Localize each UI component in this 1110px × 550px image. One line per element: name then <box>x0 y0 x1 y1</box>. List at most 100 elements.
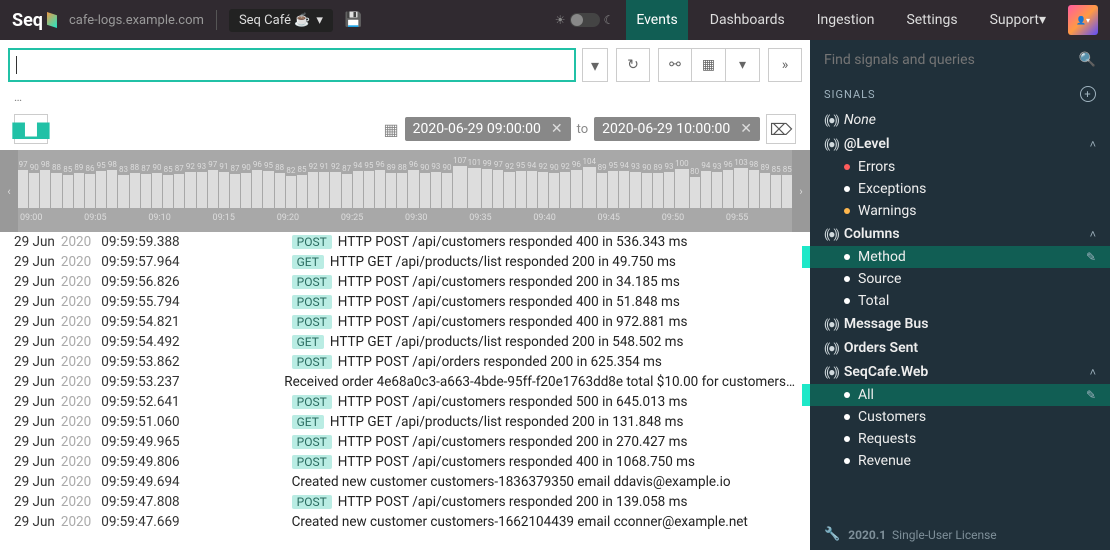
signal-message-bus[interactable]: ((●)) Message Bus <box>810 312 1110 336</box>
histogram-bar[interactable]: 94 <box>353 162 363 208</box>
signal-columns[interactable]: ((●)) Columns ˄ <box>810 222 1110 246</box>
histogram-bar[interactable]: 88 <box>51 164 61 208</box>
histogram-bar[interactable]: 96 <box>375 161 385 208</box>
query-input[interactable] <box>8 48 576 82</box>
event-row[interactable]: 29 Jun202009:59:47.808POSTHTTP POST /api… <box>0 492 810 512</box>
histogram-bar[interactable]: 104 <box>583 158 597 208</box>
event-row[interactable]: 29 Jun202009:59:57.964GETHTTP GET /api/p… <box>0 252 810 272</box>
histogram-bar[interactable]: 94 <box>701 162 711 208</box>
histogram-bar[interactable]: 92 <box>185 163 195 208</box>
histogram-bar[interactable]: 96 <box>723 161 733 208</box>
histogram-bar[interactable]: 90 <box>420 164 430 208</box>
histogram-bar[interactable]: 85 <box>163 166 173 208</box>
save-icon[interactable]: 💾 <box>345 12 362 28</box>
nav-support[interactable]: Support ▾ <box>980 0 1056 40</box>
histogram-bar[interactable]: 100 <box>675 160 689 208</box>
histogram-bar[interactable]: 87 <box>174 165 184 208</box>
histogram-bar[interactable]: 93 <box>197 163 207 209</box>
signal-level[interactable]: ((●)) @Level ˄ <box>810 132 1110 156</box>
signal-sub-item[interactable]: Warnings <box>810 200 1110 222</box>
histogram-bar[interactable]: 87 <box>230 165 240 208</box>
histogram-bar[interactable]: 99 <box>482 160 492 208</box>
signal-none[interactable]: ((●)) None <box>810 108 1110 132</box>
histogram-bar[interactable]: 92 <box>330 163 340 208</box>
histogram-bar[interactable]: 96 <box>408 161 418 208</box>
histogram-bar[interactable]: 87 <box>141 165 151 208</box>
histogram-bar[interactable]: 96 <box>571 161 581 208</box>
search-icon[interactable]: 🔍 <box>1079 52 1096 68</box>
histogram-bar[interactable]: 95 <box>516 162 526 208</box>
histogram-bar[interactable]: 95 <box>263 162 273 208</box>
edit-icon[interactable]: ✎ <box>1086 250 1096 264</box>
histogram-bar[interactable]: 95 <box>364 162 374 208</box>
signal-sub-item[interactable]: Customers <box>810 406 1110 428</box>
histogram-bar[interactable]: 91 <box>319 163 329 208</box>
signal-sub-item[interactable]: Revenue <box>810 450 1110 472</box>
refresh-button[interactable]: ↻ <box>616 48 650 82</box>
theme-toggle[interactable]: ☀ ☾ <box>555 13 615 27</box>
chevron-up-icon[interactable]: ˄ <box>1090 228 1096 241</box>
nav-settings[interactable]: Settings <box>896 0 967 40</box>
histogram-bar[interactable]: 95 <box>608 162 618 208</box>
event-list[interactable]: 29 Jun202009:59:59.388POSTHTTP POST /api… <box>0 232 810 550</box>
signal-sub-item[interactable]: Requests <box>810 428 1110 450</box>
histogram-bar[interactable]: 85 <box>63 166 73 208</box>
signal-sub-item[interactable]: Exceptions <box>810 178 1110 200</box>
close-icon[interactable]: ✕ <box>551 121 563 137</box>
time-to-chip[interactable]: 2020-06-29 10:00:00✕ <box>594 117 760 141</box>
layout-dropdown[interactable]: ▾ <box>726 48 760 82</box>
histogram-bar[interactable]: 87 <box>342 165 352 208</box>
histogram-bar[interactable]: 107 <box>453 157 467 208</box>
histogram-bar[interactable]: 94 <box>619 162 629 208</box>
histogram-bar[interactable]: 90 <box>241 164 251 208</box>
histogram-bar[interactable]: 92 <box>560 163 570 208</box>
signal-orders-sent[interactable]: ((●)) Orders Sent <box>810 336 1110 360</box>
histogram-bar[interactable]: 80 <box>690 168 700 208</box>
histogram-bar[interactable]: 89 <box>74 164 84 208</box>
histogram-bar[interactable]: 92 <box>538 163 548 208</box>
signal-seqcafe-web[interactable]: ((●)) SeqCafe.Web ˄ <box>810 360 1110 384</box>
histogram-bar[interactable]: 95 <box>96 162 106 208</box>
histogram-bar[interactable]: 97 <box>493 161 503 208</box>
chevron-up-icon[interactable]: ˄ <box>1090 366 1096 379</box>
signal-sub-item[interactable]: All✎ <box>810 384 1110 406</box>
chevron-up-icon[interactable]: ˄ <box>1090 138 1096 151</box>
event-row[interactable]: 29 Jun202009:59:56.826POSTHTTP POST /api… <box>0 272 810 292</box>
signal-sub-item[interactable]: Errors <box>810 156 1110 178</box>
histogram-bar[interactable]: 91 <box>219 163 229 208</box>
logo[interactable]: Seq <box>12 10 57 31</box>
histogram-bar[interactable]: 98 <box>40 161 50 208</box>
query-dropdown[interactable]: ▾ <box>582 48 608 82</box>
histogram-bar[interactable]: 89 <box>386 164 396 208</box>
nav-ingestion[interactable]: Ingestion <box>807 0 885 40</box>
more-button[interactable]: » <box>768 48 802 82</box>
histogram-bar[interactable]: 86 <box>85 165 95 208</box>
histogram-bar[interactable]: 90 <box>29 164 39 208</box>
event-row[interactable]: 29 Jun202009:59:47.669Created new custom… <box>0 512 810 532</box>
histogram-bar[interactable]: 89 <box>653 164 663 208</box>
event-row[interactable]: 29 Jun202009:59:52.641POSTHTTP POST /api… <box>0 392 810 412</box>
histogram-bar[interactable]: 93 <box>431 163 441 209</box>
event-row[interactable]: 29 Jun202009:59:51.060GETHTTP GET /api/p… <box>0 412 810 432</box>
event-row[interactable]: 29 Jun202009:59:49.965POSTHTTP POST /api… <box>0 432 810 452</box>
histogram-bar[interactable]: 96 <box>252 161 262 208</box>
histogram-toggle[interactable]: ▇▁▇ <box>14 114 48 144</box>
signal-sub-item[interactable]: Total <box>810 290 1110 312</box>
histogram-bar[interactable]: 83 <box>118 166 128 208</box>
histogram-bar[interactable]: 90 <box>642 164 652 208</box>
time-from-chip[interactable]: 2020-06-29 09:00:00✕ <box>405 117 571 141</box>
event-row[interactable]: 29 Jun202009:59:59.388POSTHTTP POST /api… <box>0 232 810 252</box>
histogram-bar[interactable]: 92 <box>504 163 514 208</box>
histogram-bar[interactable]: 97 <box>208 161 218 208</box>
workspace-selector[interactable]: Seq Café ☕▾ <box>229 9 333 32</box>
histogram-bar[interactable]: 103 <box>734 159 748 208</box>
event-row[interactable]: 29 Jun202009:59:54.821POSTHTTP POST /api… <box>0 312 810 332</box>
histogram-bar[interactable]: 90 <box>549 164 559 208</box>
clear-time-button[interactable]: ⌦ <box>766 114 796 144</box>
histogram-bar[interactable]: 90 <box>152 164 162 208</box>
histogram-bar[interactable]: 90 <box>442 164 452 208</box>
histogram-bar[interactable]: 93 <box>664 163 674 209</box>
histogram-prev[interactable]: ‹ <box>0 150 18 232</box>
signal-sub-item[interactable]: Source <box>810 268 1110 290</box>
histogram-bar[interactable]: 85 <box>297 166 307 208</box>
